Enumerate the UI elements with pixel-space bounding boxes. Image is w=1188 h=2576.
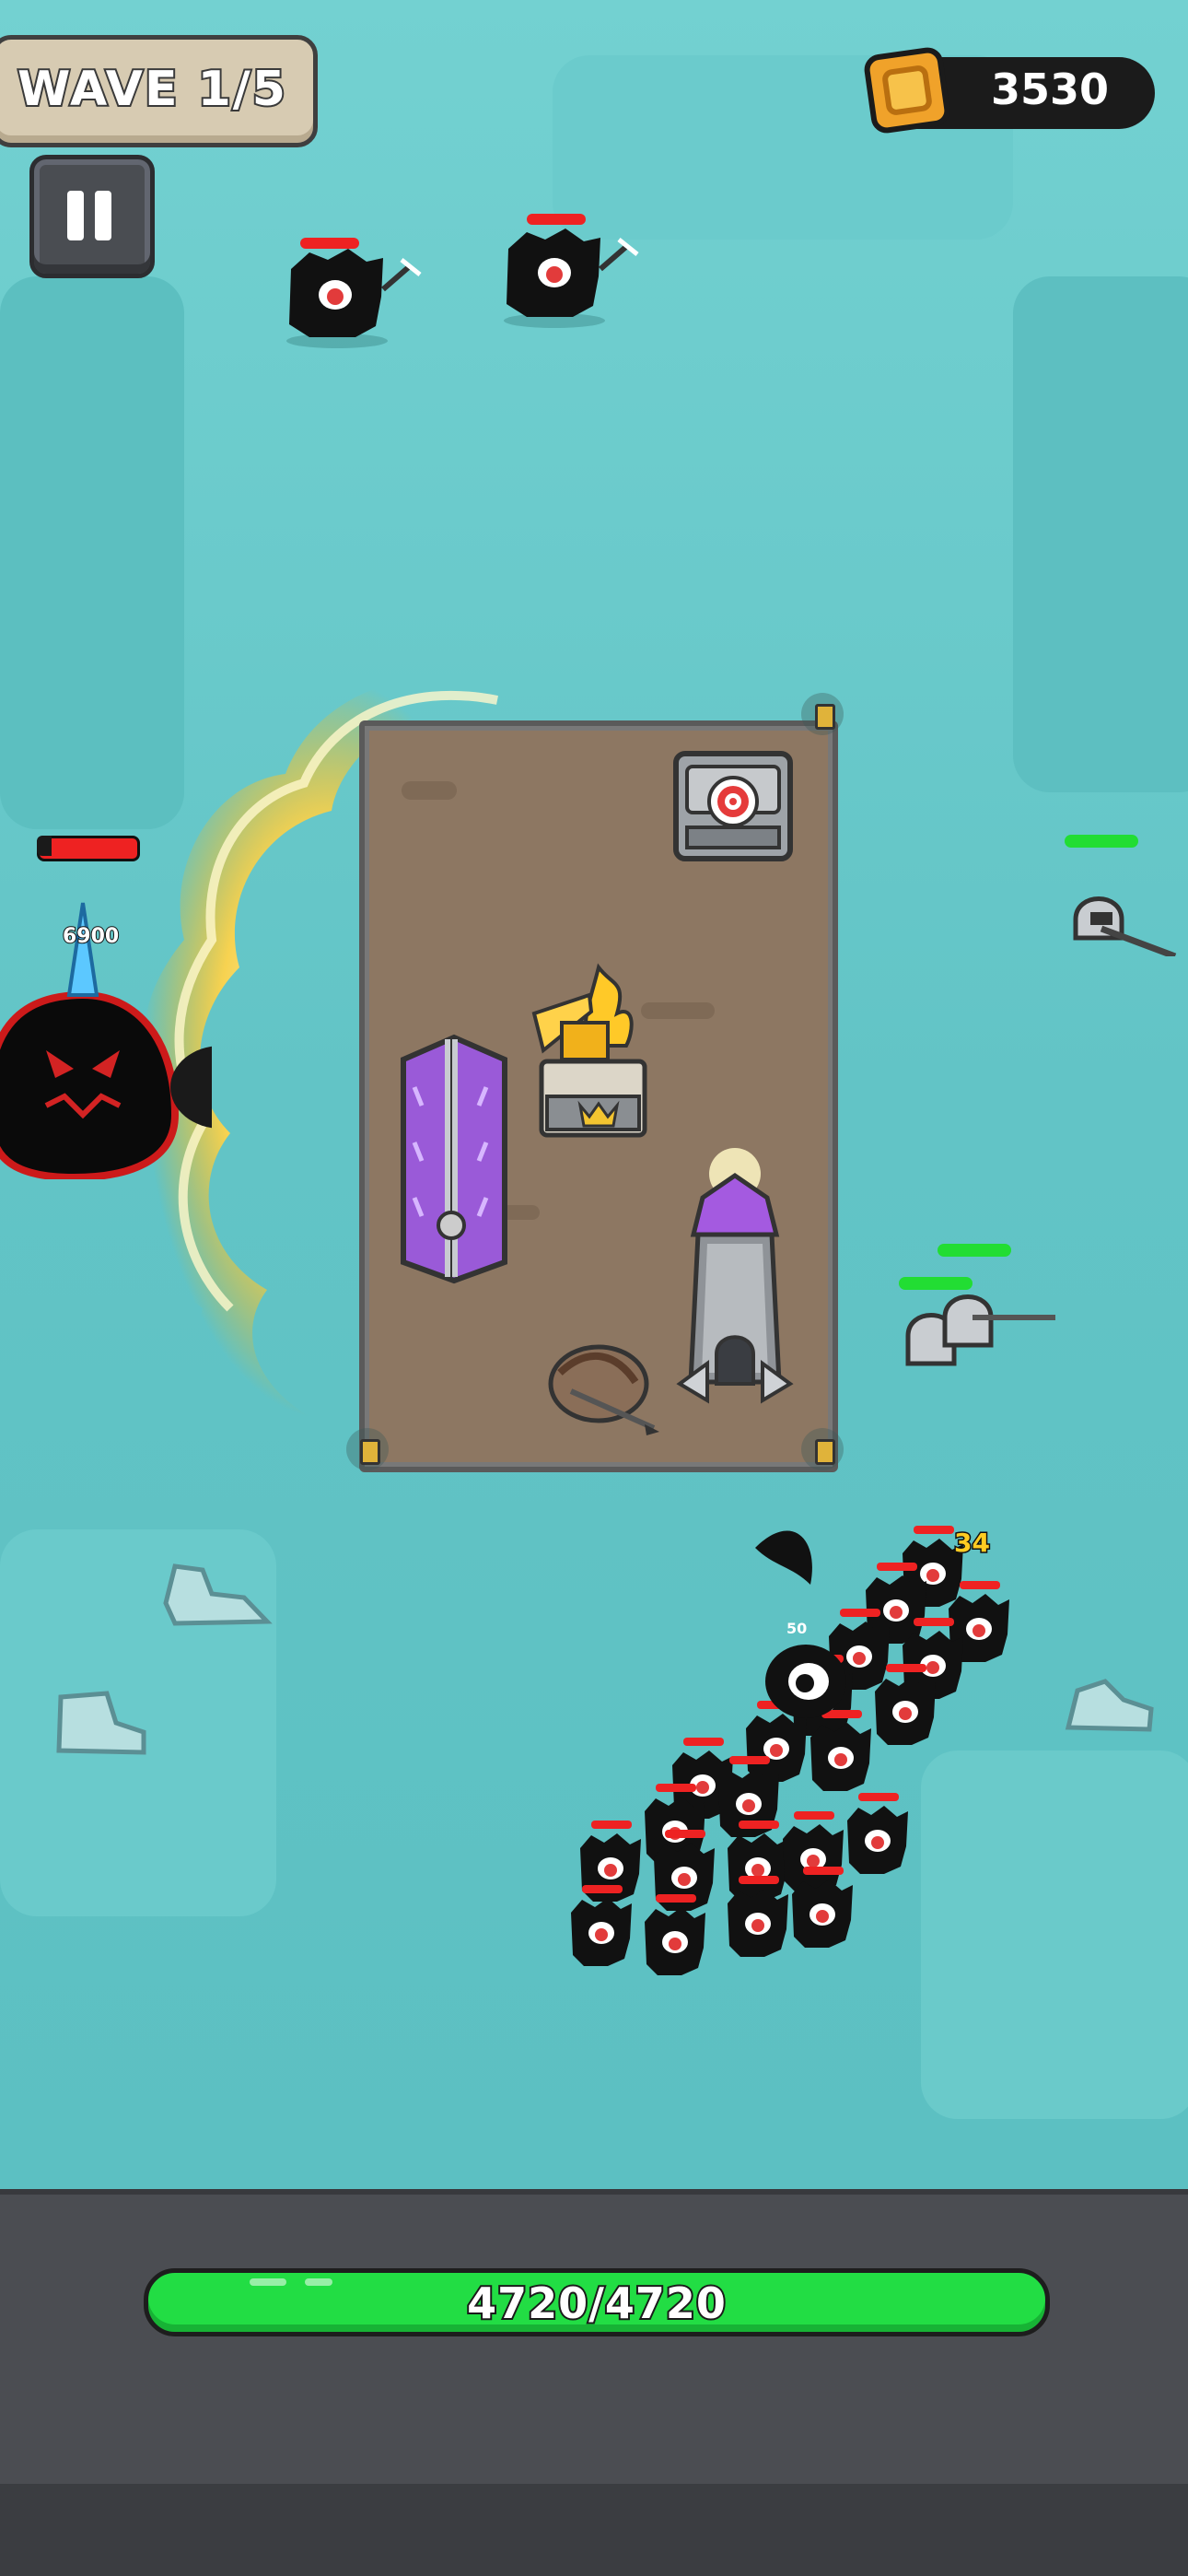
rock-decoration <box>163 1563 273 1626</box>
board-corner-bolt <box>801 693 844 735</box>
knight-unit[interactable] <box>1065 864 1184 956</box>
coin-amount: 3530 <box>990 64 1110 114</box>
wave-label: WAVE 1/5 <box>16 60 287 119</box>
base-health-bar: 4720/4720 <box>144 2268 1050 2336</box>
boss-damage-number: 6900 <box>62 924 120 949</box>
enemy-monster[interactable] <box>783 1811 844 1892</box>
enemy-hp-bar <box>300 238 359 249</box>
damage-number: 50 <box>786 1620 808 1637</box>
damage-number: 34 <box>953 1527 992 1560</box>
terrain-patch <box>1013 276 1188 792</box>
wizard-tower[interactable] <box>670 1142 809 1419</box>
bottom-panel <box>0 2189 1188 2489</box>
base-health-text: 4720/4720 <box>465 2277 728 2330</box>
golden-sword-turret[interactable] <box>525 958 663 1142</box>
coin-icon <box>864 47 950 134</box>
board-corner-bolt <box>346 1428 389 1470</box>
board-corner-bolt <box>801 1428 844 1470</box>
battlefield: 6900 34 50 WAVE 1/5 3530 <box>0 0 1188 2189</box>
bottom-strip <box>0 2484 1188 2576</box>
target-turret[interactable] <box>670 748 796 864</box>
pause-icon <box>67 191 84 240</box>
rock-decoration <box>56 1691 146 1755</box>
ally-hp-bar <box>899 1277 973 1290</box>
wave-indicator: WAVE 1/5 <box>0 35 318 147</box>
enemy-monster[interactable] <box>847 1793 908 1874</box>
boss-hp-bar <box>37 836 140 861</box>
enemy-monster[interactable] <box>490 221 646 332</box>
enemy-monster[interactable] <box>273 241 429 352</box>
ally-hp-bar <box>938 1244 1011 1257</box>
enemy-hp-bar <box>527 214 586 225</box>
pause-button[interactable] <box>29 155 155 278</box>
purple-crystal-wall[interactable] <box>394 1032 514 1286</box>
ally-hp-bar <box>1065 835 1138 848</box>
crossbow-turret[interactable] <box>543 1336 663 1437</box>
enemy-horde[interactable] <box>516 1493 1105 2008</box>
knight-unit[interactable] <box>899 1281 1065 1391</box>
